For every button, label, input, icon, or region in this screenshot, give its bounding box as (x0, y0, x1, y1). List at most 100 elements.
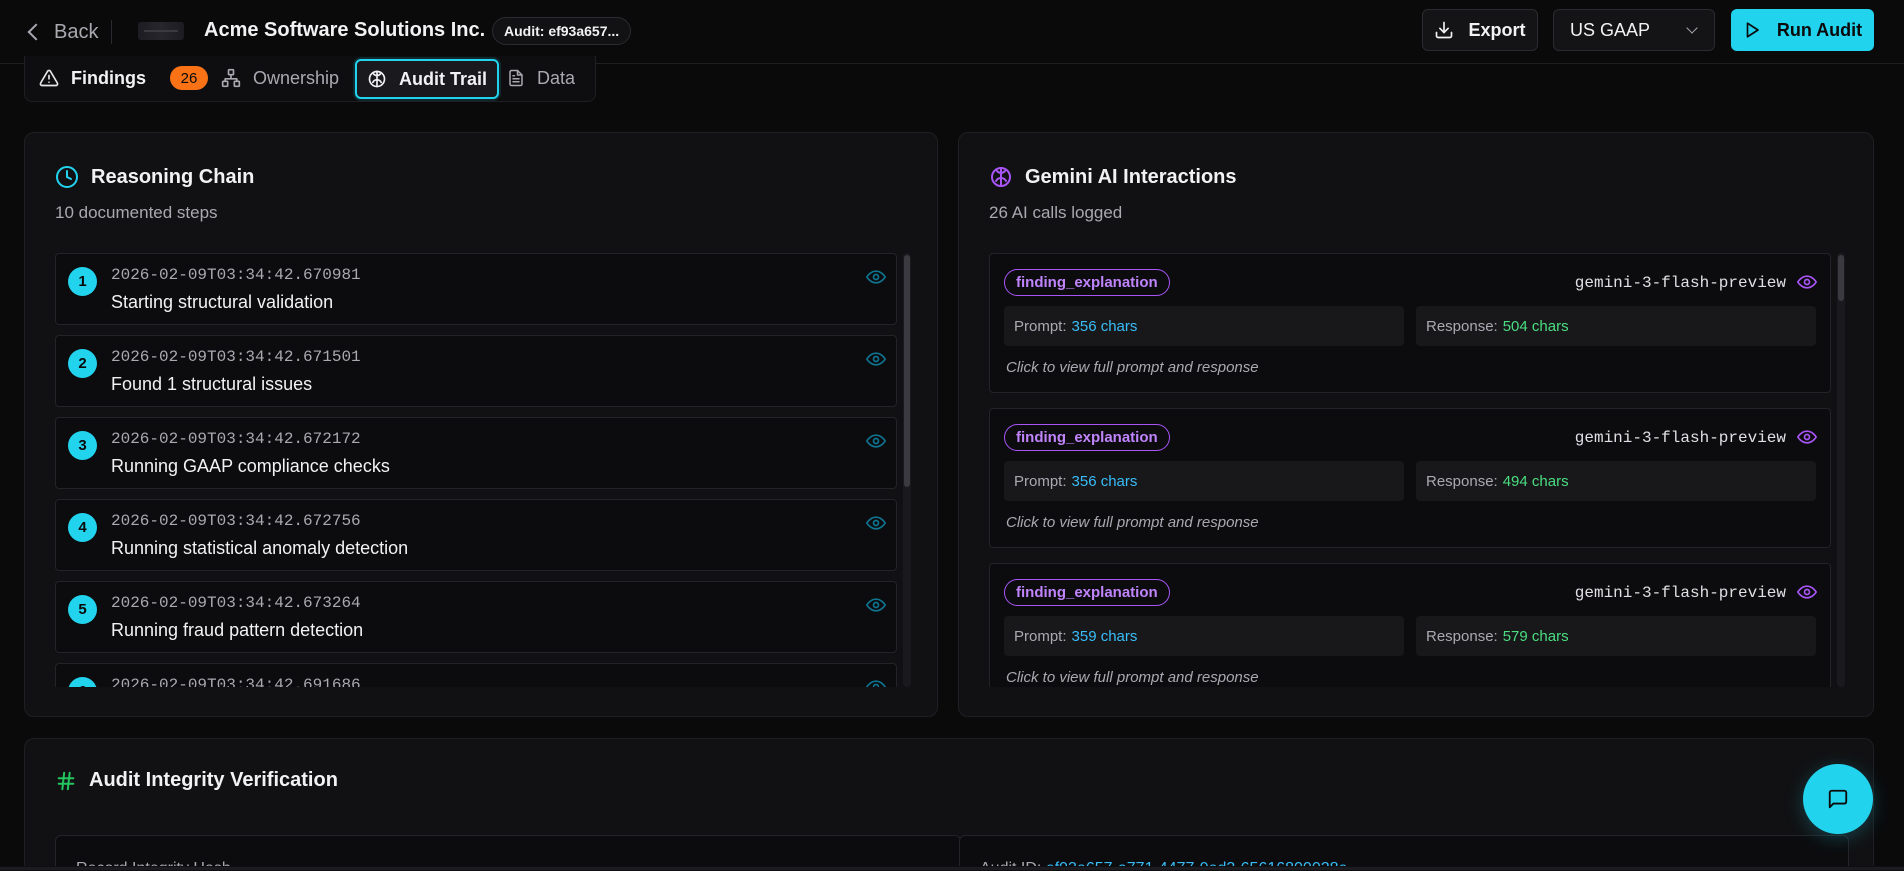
run-audit-label: Run Audit (1776, 19, 1863, 40)
scrollbar-thumb[interactable] (904, 255, 910, 487)
prompt-value: 359 chars (1071, 627, 1138, 645)
calls-scrollbar[interactable] (1837, 253, 1845, 687)
standard-selected: US GAAP (1570, 19, 1651, 40)
gemini-title-text: Gemini AI Interactions (1025, 165, 1237, 188)
response-label: Response: (1426, 317, 1498, 335)
integrity-panel: Audit Integrity Verification Record Inte… (24, 738, 1874, 871)
response-label: Response: (1426, 627, 1498, 645)
call-type-tag: finding_explanation (1004, 269, 1170, 296)
step-number: 1 (68, 267, 97, 296)
ai-call-card[interactable]: finding_explanation gemini-3-flash-previ… (989, 253, 1831, 393)
reasoning-title-text: Reasoning Chain (91, 165, 255, 188)
brain-icon (991, 167, 1011, 187)
reasoning-step[interactable]: 4 2026-02-09T03:34:42.672756 Running sta… (55, 499, 897, 571)
hash-icon (57, 771, 75, 790)
back-label: Back (54, 20, 99, 43)
reasoning-step[interactable]: 6 2026-02-09T03:34:42.691686 (55, 663, 897, 687)
tab-findings[interactable]: Findings 26 (39, 60, 208, 96)
prompt-label: Prompt: (1014, 317, 1067, 335)
call-hint: Click to view full prompt and response (1006, 669, 1259, 686)
eye-icon[interactable] (1797, 272, 1817, 292)
chevron-down-icon (1686, 22, 1698, 34)
reasoning-step[interactable]: 3 2026-02-09T03:34:42.672172 Running GAA… (55, 417, 897, 489)
reasoning-chain-title: Reasoning Chain (55, 165, 254, 189)
warning-icon (39, 69, 59, 87)
file-text-icon (509, 69, 523, 87)
steps-scrollbar[interactable] (903, 253, 911, 687)
reasoning-chain-panel: Reasoning Chain 10 documented steps 1 20… (24, 132, 938, 717)
eye-icon[interactable] (866, 349, 886, 369)
gemini-subtitle: 26 AI calls logged (989, 203, 1123, 222)
prompt-size: Prompt: 356 chars (1004, 461, 1404, 501)
call-hint: Click to view full prompt and response (1006, 514, 1259, 531)
response-size: Response: 504 chars (1416, 306, 1816, 346)
page-horizontal-scrollbar[interactable] (0, 866, 1904, 871)
reasoning-steps-list[interactable]: 1 2026-02-09T03:34:42.670981 Starting st… (55, 253, 911, 687)
export-label: Export (1468, 19, 1526, 40)
tab-ownership[interactable]: Ownership (221, 60, 339, 96)
eye-icon[interactable] (866, 677, 886, 687)
accounting-standard-select[interactable]: US GAAP (1553, 9, 1715, 51)
tab-data-label: Data (537, 67, 576, 88)
prompt-size: Prompt: 356 chars (1004, 306, 1404, 346)
tab-data[interactable]: Data (507, 60, 575, 96)
brain-icon (368, 70, 386, 88)
model-name: gemini-3-flash-preview (1574, 584, 1786, 602)
chat-button[interactable] (1803, 764, 1873, 834)
run-audit-button[interactable]: Run Audit (1731, 9, 1874, 51)
eye-icon[interactable] (866, 267, 886, 287)
call-type-tag: finding_explanation (1004, 579, 1170, 606)
scrollbar-thumb[interactable] (1838, 255, 1844, 301)
ai-call-card[interactable]: finding_explanation gemini-3-flash-previ… (989, 408, 1831, 548)
eye-icon[interactable] (866, 595, 886, 615)
integrity-title: Audit Integrity Verification (55, 769, 338, 792)
prompt-size: Prompt: 359 chars (1004, 616, 1404, 656)
network-icon (221, 68, 241, 88)
gemini-title: Gemini AI Interactions (989, 165, 1237, 189)
prompt-value: 356 chars (1071, 317, 1138, 335)
step-number: 2 (68, 349, 97, 378)
reasoning-step[interactable]: 5 2026-02-09T03:34:42.673264 Running fra… (55, 581, 897, 653)
eye-icon[interactable] (866, 431, 886, 451)
response-label: Response: (1426, 472, 1498, 490)
scrollbar-thumb[interactable] (0, 867, 1904, 870)
tab-ownership-label: Ownership (253, 67, 340, 88)
step-number: 6 (68, 677, 97, 687)
step-description: Running fraud pattern detection (111, 620, 364, 640)
response-value: 504 chars (1502, 317, 1569, 335)
app-header: Back Acme Software Solutions Inc. Audit:… (0, 0, 1904, 64)
clock-icon (56, 166, 78, 188)
download-icon (1436, 21, 1453, 39)
eye-icon[interactable] (1797, 427, 1817, 447)
step-timestamp: 2026-02-09T03:34:42.671501 (111, 348, 361, 366)
export-button[interactable]: Export (1422, 9, 1538, 51)
header-divider (111, 20, 112, 44)
tab-audit-trail[interactable]: Audit Trail (355, 59, 499, 99)
response-value: 494 chars (1502, 472, 1569, 490)
reasoning-subtitle: 10 documented steps (55, 203, 218, 222)
step-timestamp: 2026-02-09T03:34:42.673264 (111, 594, 361, 612)
model-name: gemini-3-flash-preview (1574, 429, 1786, 447)
reasoning-step[interactable]: 1 2026-02-09T03:34:42.670981 Starting st… (55, 253, 897, 325)
gemini-interactions-panel: Gemini AI Interactions 26 AI calls logge… (958, 132, 1874, 717)
reasoning-step[interactable]: 2 2026-02-09T03:34:42.671501 Found 1 str… (55, 335, 897, 407)
company-logo (138, 22, 184, 40)
ai-call-card[interactable]: finding_explanation gemini-3-flash-previ… (989, 563, 1831, 687)
step-timestamp: 2026-02-09T03:34:42.691686 (111, 676, 361, 687)
step-number: 5 (68, 595, 97, 624)
step-number: 3 (68, 431, 97, 460)
chevron-left-icon (27, 23, 45, 41)
response-size: Response: 579 chars (1416, 616, 1816, 656)
step-description: Found 1 structural issues (111, 374, 313, 394)
prompt-label: Prompt: (1014, 627, 1067, 645)
response-value: 579 chars (1502, 627, 1569, 645)
ai-calls-list[interactable]: finding_explanation gemini-3-flash-previ… (989, 253, 1845, 687)
eye-icon[interactable] (866, 513, 886, 533)
eye-icon[interactable] (1797, 582, 1817, 602)
prompt-value: 356 chars (1071, 472, 1138, 490)
call-hint: Click to view full prompt and response (1006, 359, 1259, 376)
back-button[interactable]: Back (24, 18, 98, 46)
tab-findings-label: Findings (71, 67, 146, 88)
chat-icon (1828, 789, 1848, 809)
integrity-title-text: Audit Integrity Verification (89, 769, 338, 791)
